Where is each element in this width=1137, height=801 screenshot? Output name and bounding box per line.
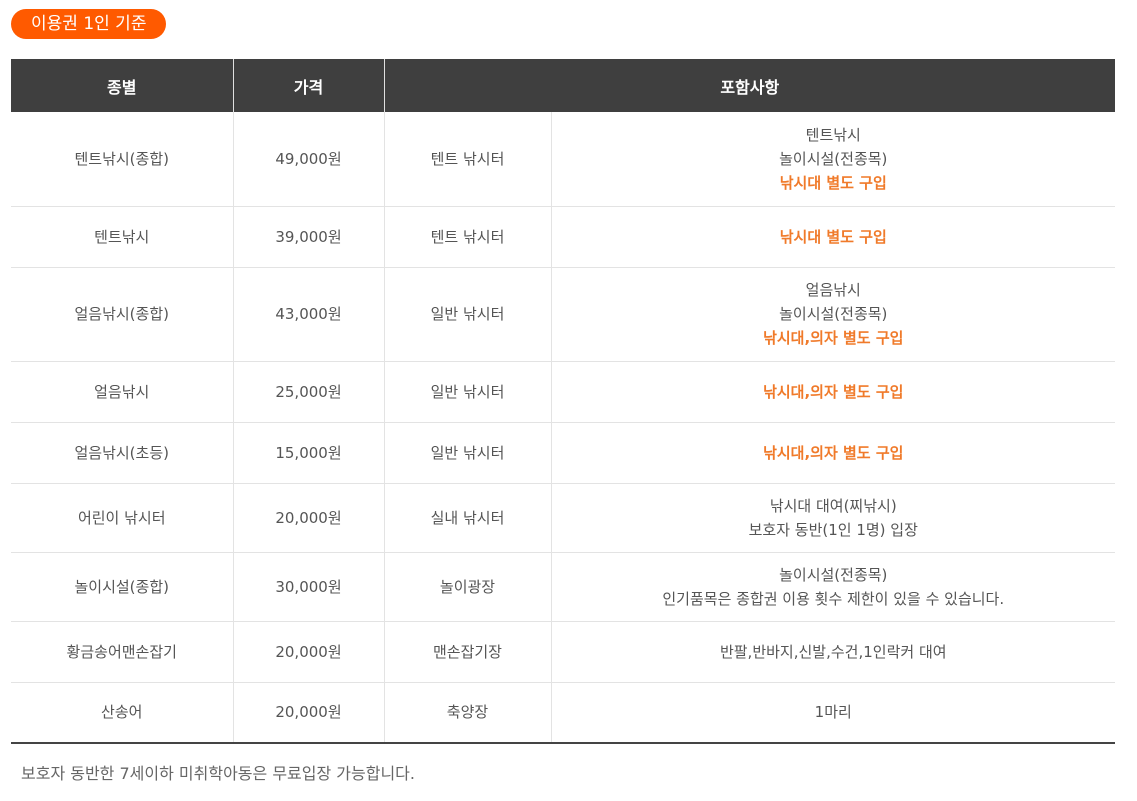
table-row: 황금송어맨손잡기 20,000원 맨손잡기장 반팔,반바지,신발,수건,1인락커 대여 [11,621,1116,683]
cell-price: 20,000원 [232,483,384,553]
cell-area: 축양장 [383,682,551,744]
include-item: 반팔,반바지,신발,수건,1인락커 대여 [719,642,947,661]
cell-area: 일반 낚시터 [383,267,551,362]
cell-type: 얼음낚시 [11,361,233,423]
cell-includes: 얼음낚시놀이시설(전종목) 낚시대,의자 별도 구입 [550,267,1116,362]
cell-includes: 낚시대,의자 별도 구입 [550,422,1116,484]
cell-type: 산송어 [11,682,233,744]
cell-type: 놀이시설(종합) [11,552,233,622]
cell-includes: 낚시대 대여(찌낚시) 보호자 동반(1인 1명) 입장 [550,483,1116,553]
purchase-note: 낚시대,의자 별도 구입 [763,443,904,462]
include-item: 1마리 [814,703,852,722]
table-row: 얼음낚시 25,000원 일반 낚시터 낚시대,의자 별도 구입 [11,361,1116,423]
table-body: 텐트낚시(종합) 49,000원 텐트 낚시터 텐트낚시 놀이시설(전종목) 낚시대 별도… [11,112,1116,744]
table-row: 산송어 20,000원 축양장 1마리 [11,682,1116,744]
cell-price: 49,000원 [232,112,384,207]
purchase-note: 낚시대 별도 구입 [779,227,887,246]
table-row: 텐트낚시 39,000원 텐트 낚시터 낚시대 별도 구입 [11,206,1116,268]
cell-price: 43,000원 [232,267,384,362]
cell-includes: 낚시대 별도 구입 [550,206,1116,268]
header-includes: 포함사항 [383,59,1116,112]
cell-includes: 1마리 [550,682,1116,744]
include-item: 텐트낚시 [805,125,861,144]
header-type: 종별 [11,59,233,112]
table-row: 얼음낚시(초등) 15,000원 일반 낚시터 낚시대,의자 별도 구입 [11,422,1116,484]
cell-area: 텐트 낚시터 [383,206,551,268]
cell-includes: 반팔,반바지,신발,수건,1인락커 대여 [550,621,1116,683]
cell-type: 텐트낚시 [11,206,233,268]
footnote: 보호자 동반한 7세이하 미취학아동은 무료입장 가능합니다. [21,764,415,783]
cell-area: 맨손잡기장 [383,621,551,683]
cell-price: 15,000원 [232,422,384,484]
cell-area: 일반 낚시터 [383,361,551,423]
cell-type: 얼음낚시(초등) [11,422,233,484]
table-header-row: 종별 가격 포함사항 [11,59,1116,112]
purchase-note: 낚시대,의자 별도 구입 [763,382,904,401]
table-row: 놀이시설(종합) 30,000원 놀이광장 놀이시설(전종목) 인기품목은 종합권 이용… [11,552,1116,622]
table-row: 텐트낚시(종합) 49,000원 텐트 낚시터 텐트낚시놀이시설(전종목) 낚시대 별도… [11,112,1116,207]
purchase-note: 낚시대,의자 별도 구입 [763,329,904,347]
pricing-basis-badge: 이용권 1인 기준 [11,9,167,39]
include-item: 얼음낚시 [805,281,861,299]
include-item: 인기품목은 종합권 이용 횟수 제한이 있을 수 있습니다. [662,589,1005,608]
table-row: 얼음낚시(종합) 43,000원 일반 낚시터 얼음낚시놀이시설(전종목) 낚시대,의자… [11,267,1116,362]
include-item: 놀이시설(전종목) [779,305,888,323]
table-row: 어린이 낚시터 20,000원 실내 낚시터 낚시대 대여(찌낚시) 보호자 동반(1인… [11,483,1116,553]
cell-price: 20,000원 [232,682,384,744]
cell-type: 텐트낚시(종합) [11,112,233,207]
cell-area: 실내 낚시터 [383,483,551,553]
header-price: 가격 [232,59,384,112]
include-item: 낚시대 대여(찌낚시) [769,496,897,515]
price-table: 종별 가격 포함사항 텐트낚시(종합) 49,000원 텐트 낚시터 텐트낚시 놀이시설… [11,59,1116,744]
cell-price: 20,000원 [232,621,384,683]
cell-includes: 낚시대,의자 별도 구입 [550,361,1116,423]
cell-includes: 텐트낚시놀이시설(전종목) 낚시대 별도 구입 [550,112,1116,207]
purchase-note: 낚시대 별도 구입 [779,173,887,192]
cell-price: 39,000원 [232,206,384,268]
cell-includes: 놀이시설(전종목) 인기품목은 종합권 이용 횟수 제한이 있을 수 있습니다. [550,552,1116,622]
cell-type: 어린이 낚시터 [11,483,233,553]
cell-area: 일반 낚시터 [383,422,551,484]
cell-area: 놀이광장 [383,552,551,622]
include-item: 놀이시설(전종목) [779,149,888,168]
cell-price: 25,000원 [232,361,384,423]
cell-area: 텐트 낚시터 [383,112,551,207]
cell-type: 황금송어맨손잡기 [11,621,233,683]
include-item: 놀이시설(전종목) [779,565,888,584]
include-item: 보호자 동반(1인 1명) 입장 [748,520,918,539]
cell-type: 얼음낚시(종합) [11,267,233,362]
cell-price: 30,000원 [232,552,384,622]
